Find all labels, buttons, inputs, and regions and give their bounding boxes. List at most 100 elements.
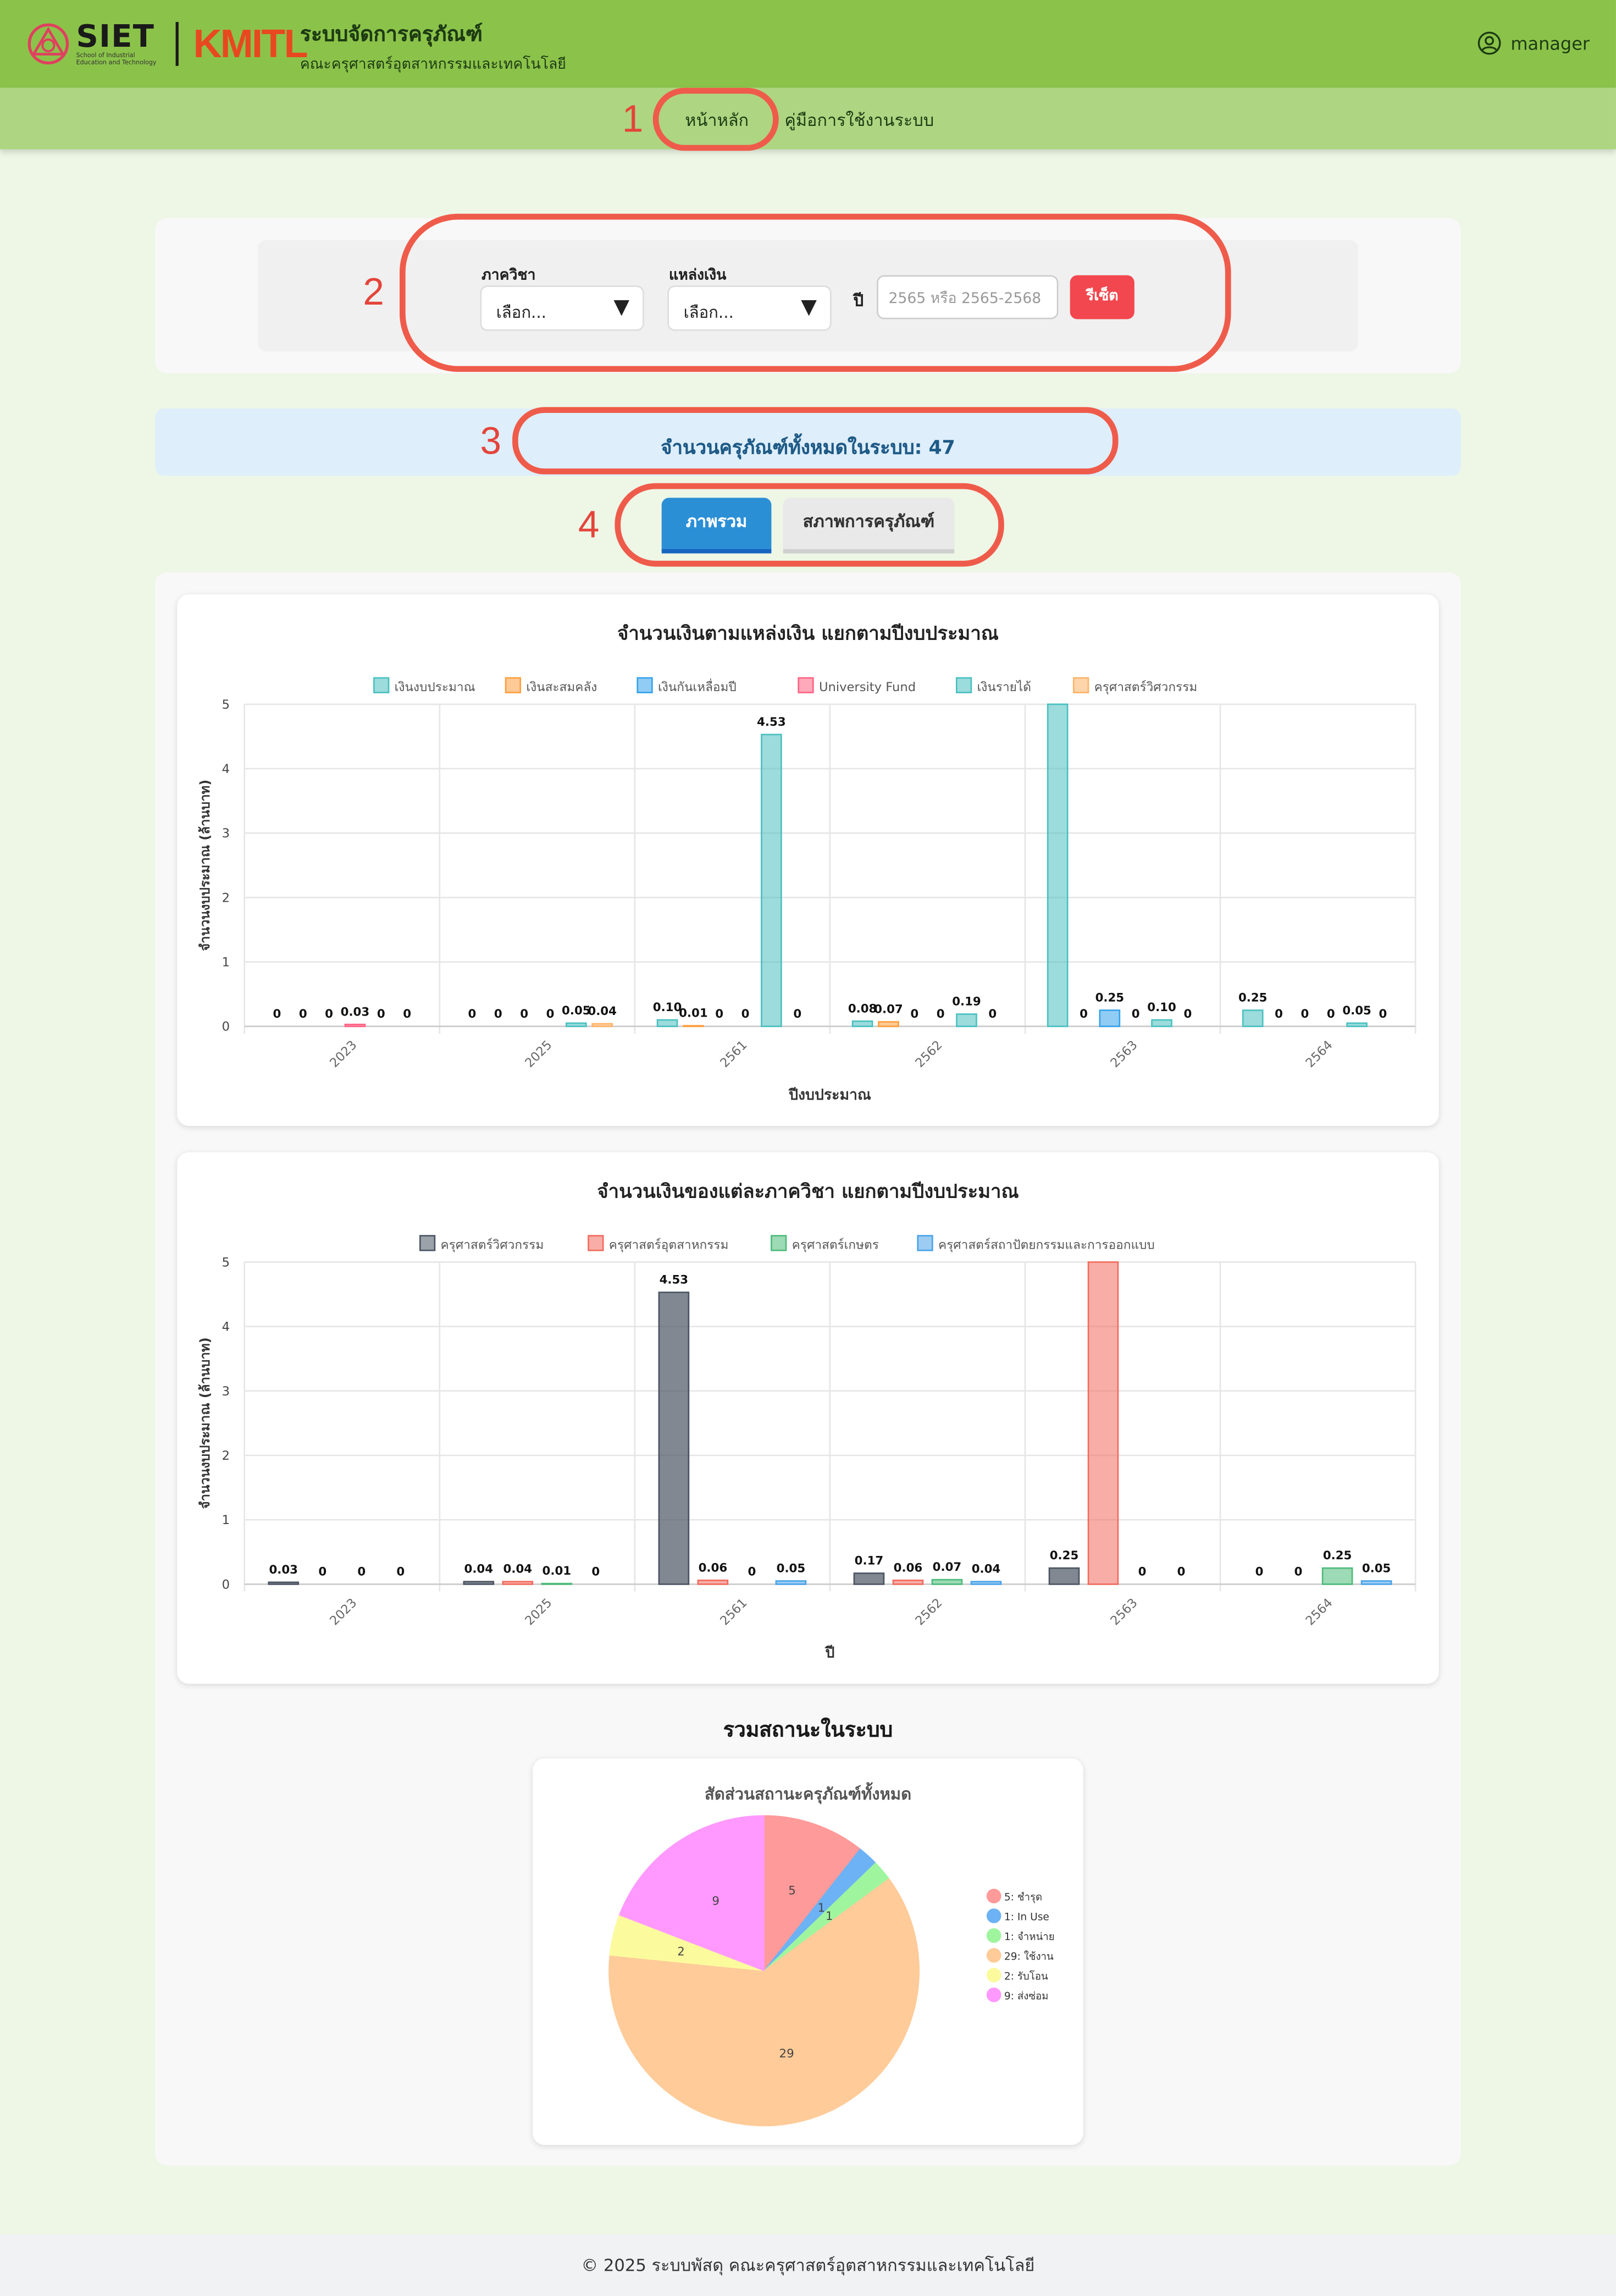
bar[interactable]: [1321, 1567, 1353, 1585]
data-label: 0.19: [952, 995, 981, 1009]
legend-label[interactable]: ครุศาสตร์วิศวกรรม: [441, 1238, 544, 1252]
legend-label[interactable]: 29: ใช้งาน: [1004, 1950, 1054, 1962]
legend-swatch[interactable]: [798, 677, 814, 693]
legend-label[interactable]: 1: In Use: [1004, 1912, 1049, 1923]
fund-chart-card: จำนวนเงินตามแหล่งเงิน แยกตามปีงบประมาณ เง…: [177, 594, 1439, 1126]
data-label: 0: [741, 1007, 750, 1021]
bar[interactable]: [892, 1580, 924, 1585]
legend-label[interactable]: 9: ส่งซ่อม: [1004, 1990, 1049, 2002]
legend-swatch[interactable]: [1072, 677, 1089, 693]
y-tick-label: 0: [222, 1577, 230, 1592]
data-label: 0.25: [1238, 991, 1268, 1004]
bar[interactable]: [1360, 1580, 1392, 1585]
data-label: 0: [937, 1007, 945, 1021]
y-tick-label: 4: [222, 762, 230, 776]
data-label: 0: [591, 1565, 600, 1578]
bar[interactable]: [1047, 703, 1069, 1028]
legend-swatch[interactable]: [986, 1988, 1001, 2002]
bar[interactable]: [566, 1022, 587, 1028]
data-label: 0: [1080, 1007, 1088, 1021]
legend-label[interactable]: ครุศาสตร์วิศวกรรม: [1094, 680, 1198, 694]
data-label: 0: [988, 1007, 997, 1021]
bar[interactable]: [463, 1581, 495, 1585]
bar[interactable]: [775, 1580, 807, 1585]
data-label: 0: [403, 1007, 411, 1021]
legend-label[interactable]: เงินสะสมคลัง: [526, 680, 597, 694]
user-circle-icon: [1477, 31, 1501, 55]
legend-label[interactable]: เงินงบประมาณ: [395, 680, 475, 694]
legend-swatch[interactable]: [505, 677, 522, 693]
legend-swatch[interactable]: [917, 1235, 933, 1251]
logo-group[interactable]: SIET School of Industrial Education and …: [26, 18, 308, 70]
legend-swatch[interactable]: [986, 1908, 1001, 1923]
bar[interactable]: [268, 1581, 300, 1585]
legend-swatch[interactable]: [419, 1235, 436, 1251]
legend-label[interactable]: เงินรายได้: [977, 680, 1031, 694]
legend-swatch[interactable]: [771, 1235, 787, 1251]
bar[interactable]: [931, 1578, 963, 1585]
bar[interactable]: [1099, 1009, 1121, 1028]
fund-bar-chart: จำนวนเงินตามแหล่งเงิน แยกตามปีงบประมาณเง…: [197, 623, 1416, 1103]
legend-label[interactable]: 5: ชำรุด: [1004, 1892, 1042, 1904]
y-tick-label: 3: [222, 1384, 230, 1399]
legend-label[interactable]: University Fund: [819, 680, 916, 694]
bar[interactable]: [956, 1013, 977, 1028]
legend-label[interactable]: ครุศาสตร์เกษตร: [792, 1238, 879, 1252]
annotation-ring-4: [615, 483, 1004, 567]
bar[interactable]: [1087, 1261, 1119, 1585]
siet-logo-subtext: School of Industrial Education and Techn…: [76, 51, 157, 65]
legend-swatch[interactable]: [986, 1968, 1001, 1983]
legend-swatch[interactable]: [986, 1948, 1001, 1963]
annotation-ring-2: [399, 213, 1231, 372]
user-menu[interactable]: manager: [1477, 31, 1590, 56]
data-label: 0: [273, 1007, 281, 1021]
app-subtitle: คณะครุศาสตร์อุตสาหกรรมและเทคโนโลยี: [300, 57, 566, 74]
data-label: 0: [1275, 1007, 1283, 1021]
annotation-number-2: 2: [363, 269, 384, 313]
bar[interactable]: [697, 1580, 729, 1585]
bar[interactable]: [591, 1023, 613, 1028]
legend-label[interactable]: เงินกันเหลื่อมปี: [658, 678, 737, 694]
app-title: ระบบจัดการครุภัณฑ์: [300, 23, 483, 47]
bar[interactable]: [658, 1292, 690, 1585]
bar[interactable]: [656, 1019, 678, 1028]
legend-swatch[interactable]: [637, 677, 653, 693]
data-label: 0: [468, 1007, 477, 1021]
bar[interactable]: [1048, 1567, 1080, 1585]
legend-label[interactable]: ครุศาสตร์สถาปัตยกรรมและการออกแบบ: [938, 1238, 1155, 1252]
legend-swatch[interactable]: [588, 1235, 604, 1251]
legend-swatch[interactable]: [986, 1928, 1001, 1943]
legend-label[interactable]: 1: จำหน่าย: [1004, 1931, 1055, 1942]
bar[interactable]: [344, 1023, 366, 1028]
data-label: 0.25: [1095, 991, 1125, 1004]
bar[interactable]: [761, 733, 782, 1028]
data-label: 0: [377, 1007, 385, 1021]
data-label: 0: [793, 1007, 801, 1021]
data-label: 0: [1327, 1007, 1335, 1021]
bar[interactable]: [502, 1581, 534, 1585]
legend-label[interactable]: ครุศาสตร์อุตสาหกรรม: [609, 1238, 729, 1252]
bar[interactable]: [1151, 1019, 1172, 1028]
nav-manual-link[interactable]: คู่มือการใช้งานระบบ: [784, 108, 934, 135]
bar[interactable]: [541, 1582, 573, 1585]
status-pie-card: สัดส่วนสถานะครุภัณฑ์ทั้งหมด 5 1 1 29 2 9 5: ชำร…: [533, 1758, 1083, 2145]
y-axis-title: จำนวนงบประมาณ (ล้านบาท): [197, 780, 213, 951]
bar[interactable]: [878, 1021, 899, 1028]
bar[interactable]: [970, 1581, 1002, 1585]
x-tick-label: 2563: [1108, 1038, 1141, 1070]
data-label: 0: [1183, 1007, 1192, 1021]
siet-logo-text: SIET: [76, 19, 155, 54]
legend-label[interactable]: 2: รับโอน: [1004, 1970, 1048, 1982]
bar[interactable]: [1346, 1022, 1368, 1028]
data-label: 0.03: [269, 1563, 298, 1577]
bar[interactable]: [853, 1572, 885, 1585]
legend-swatch[interactable]: [986, 1889, 1001, 1903]
bar[interactable]: [851, 1020, 873, 1028]
legend-swatch[interactable]: [955, 677, 972, 693]
x-tick-label: 2563: [1108, 1596, 1141, 1628]
y-tick-label: 0: [222, 1020, 230, 1034]
y-tick-label: 2: [222, 891, 230, 905]
legend-swatch[interactable]: [373, 677, 390, 693]
footer: © 2025 ระบบพัสดุ คณะครุศาสตร์อุตสาหกรรมแ…: [0, 2234, 1616, 2296]
bar[interactable]: [1242, 1009, 1264, 1028]
